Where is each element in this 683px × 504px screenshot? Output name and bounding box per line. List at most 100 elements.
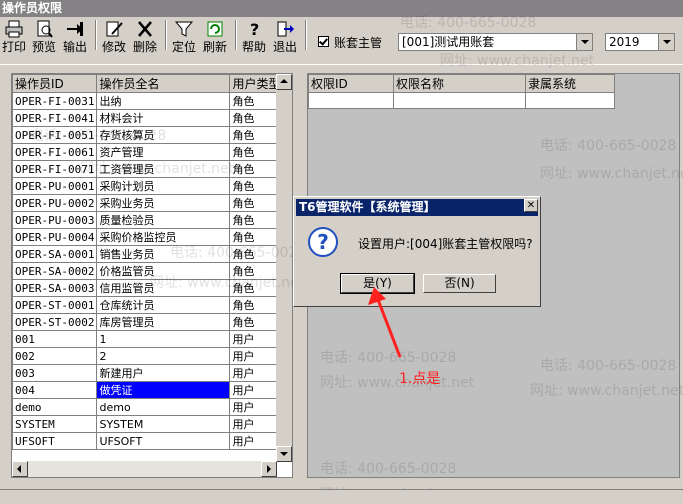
cell-operator-name: demo (96, 398, 231, 416)
preview-icon (37, 20, 53, 38)
cell-operator-id: OPER-FI-0071 (12, 160, 98, 178)
cell-operator-name: 价格监管员 (96, 262, 231, 280)
toolbar-separator (235, 20, 237, 50)
locate-label: 定位 (171, 40, 196, 54)
cell-operator-name: 1 (96, 330, 231, 348)
svg-text:?: ? (250, 20, 259, 38)
year-select-value: 2019 (609, 35, 640, 49)
cell-operator-id: 002 (12, 347, 98, 365)
cell-operator-name: 采购计划员 (96, 177, 231, 195)
cell-operator-id: OPER-FI-0061 (12, 143, 98, 161)
status-bar (0, 489, 683, 504)
table-row[interactable]: 001 1 用户 (12, 330, 284, 348)
table-row[interactable]: OPER-PU-0002 采购业务员 角色 (12, 194, 284, 212)
question-icon: ? (308, 227, 338, 257)
export-label: 输出 (62, 40, 87, 54)
table-row[interactable]: 003 新建用户 用户 (12, 364, 284, 382)
table-row[interactable]: OPER-FI-0071 工资管理员 角色 (12, 160, 284, 178)
refresh-label: 刷新 (202, 40, 227, 54)
export-button[interactable]: 输出 (61, 20, 89, 54)
preview-button[interactable]: 预览 (30, 20, 58, 54)
edit-icon (106, 21, 123, 37)
cell-operator-id: SYSTEM (12, 415, 98, 433)
master-checkbox[interactable] (318, 36, 329, 47)
dialog-message: 设置用户:[004]账套主管权限吗? (358, 237, 533, 251)
table-row[interactable]: OPER-SA-0001 销售业务员 角色 (12, 245, 284, 263)
table-row[interactable]: OPER-FI-0041 材料会计 角色 (12, 109, 284, 127)
permission-table: 权限ID 权限名称 隶属系统 (308, 74, 615, 109)
annotation-text: 1.点是 (399, 371, 441, 387)
table-row[interactable]: OPER-ST-0001 仓库统计员 角色 (12, 296, 284, 314)
help-icon: ? (250, 20, 259, 38)
table-row[interactable]: OPER-FI-0061 资产管理 角色 (12, 143, 284, 161)
table-row[interactable]: OPER-ST-0002 库房管理员 角色 (12, 313, 284, 331)
cell-operator-name: 资产管理 (96, 143, 231, 161)
column-header-permission-name[interactable]: 权限名称 (393, 74, 526, 93)
account-select-value: [001]测试用账套 (402, 35, 495, 49)
table-row[interactable]: SYSTEM SYSTEM 用户 (12, 415, 284, 433)
close-icon[interactable]: ✕ (524, 199, 538, 212)
cell-operator-id: 004 (12, 381, 98, 399)
table-row[interactable]: 004 做凭证 用户 (12, 381, 284, 399)
scroll-down-button[interactable] (276, 446, 292, 462)
cell-operator-name: 出纳 (96, 92, 231, 110)
cell-operator-name: 销售业务员 (96, 245, 231, 263)
cell-operator-id: demo (12, 398, 98, 416)
column-header-subsystem[interactable]: 隶属系统 (525, 74, 615, 93)
refresh-button[interactable]: 刷新 (201, 20, 229, 54)
no-button[interactable]: 否(N) (423, 274, 496, 293)
horizontal-scrollbar[interactable] (12, 461, 277, 477)
vertical-scrollbar[interactable] (276, 74, 292, 462)
table-row[interactable]: OPER-SA-0002 价格监管员 角色 (12, 262, 284, 280)
locate-button[interactable]: 定位 (170, 20, 198, 54)
year-select[interactable]: 2019 (605, 33, 675, 51)
operator-table: 操作员ID 操作员全名 用户类型 OPER-FI-0031 出纳 角色 OPER-FI… (12, 74, 284, 450)
cell-operator-id: OPER-SA-0002 (12, 262, 98, 280)
table-row[interactable]: OPER-SA-0003 信用监管员 角色 (12, 279, 284, 297)
delete-label: 删除 (132, 40, 157, 54)
cell-operator-id: OPER-ST-0002 (12, 313, 98, 331)
column-header-permission-id[interactable]: 权限ID (308, 74, 394, 93)
help-label: 帮助 (241, 40, 266, 54)
print-label: 打印 (1, 40, 26, 54)
chevron-down-icon[interactable] (576, 34, 592, 50)
cell-operator-id: OPER-SA-0001 (12, 245, 98, 263)
filter-icon (174, 21, 194, 37)
cell-operator-id: OPER-ST-0001 (12, 296, 98, 314)
preview-label: 预览 (31, 40, 56, 54)
cell-operator-name: 信用监管员 (96, 279, 231, 297)
refresh-icon (207, 21, 223, 37)
cell-operator-name: 库房管理员 (96, 313, 231, 331)
cell-operator-name: 新建用户 (96, 364, 231, 382)
scroll-right-button[interactable] (261, 461, 277, 477)
cell-operator-name: 质量检验员 (96, 211, 231, 229)
table-row[interactable]: OPER-PU-0003 质量检验员 角色 (12, 211, 284, 229)
cell-operator-id: UFSOFT (12, 432, 98, 450)
delete-button[interactable]: 删除 (131, 20, 159, 54)
table-row[interactable]: 002 2 用户 (12, 347, 284, 365)
table-row[interactable]: OPER-FI-0031 出纳 角色 (12, 92, 284, 110)
table-row[interactable]: OPER-PU-0001 采购计划员 角色 (12, 177, 284, 195)
cell-operator-name: UFSOFT (96, 432, 231, 450)
table-row[interactable]: OPER-PU-0004 采购价格监控员 角色 (12, 228, 284, 246)
table-row[interactable]: OPER-FI-0051 存货核算员 角色 (12, 126, 284, 144)
scroll-left-button[interactable] (12, 461, 28, 477)
cell-operator-name: 存货核算员 (96, 126, 231, 144)
table-row[interactable] (308, 92, 615, 109)
exit-button[interactable]: 退出 (271, 20, 299, 54)
table-row[interactable]: UFSOFT UFSOFT 用户 (12, 432, 284, 450)
exit-label: 退出 (272, 40, 297, 54)
cell-operator-id: 003 (12, 364, 98, 382)
toolbar-separator (165, 20, 167, 50)
exit-icon (277, 21, 294, 37)
edit-button[interactable]: 修改 (100, 20, 128, 54)
account-select[interactable]: [001]测试用账套 (398, 33, 593, 51)
cell-operator-name: SYSTEM (96, 415, 231, 433)
table-row[interactable]: demo demo 用户 (12, 398, 284, 416)
help-button[interactable]: ? 帮助 (240, 20, 268, 54)
column-header-operator-name[interactable]: 操作员全名 (96, 74, 231, 93)
scroll-up-button[interactable] (276, 74, 292, 90)
column-header-operator-id[interactable]: 操作员ID (12, 74, 98, 93)
print-button[interactable]: 打印 (1, 20, 27, 54)
chevron-down-icon[interactable] (658, 34, 674, 50)
